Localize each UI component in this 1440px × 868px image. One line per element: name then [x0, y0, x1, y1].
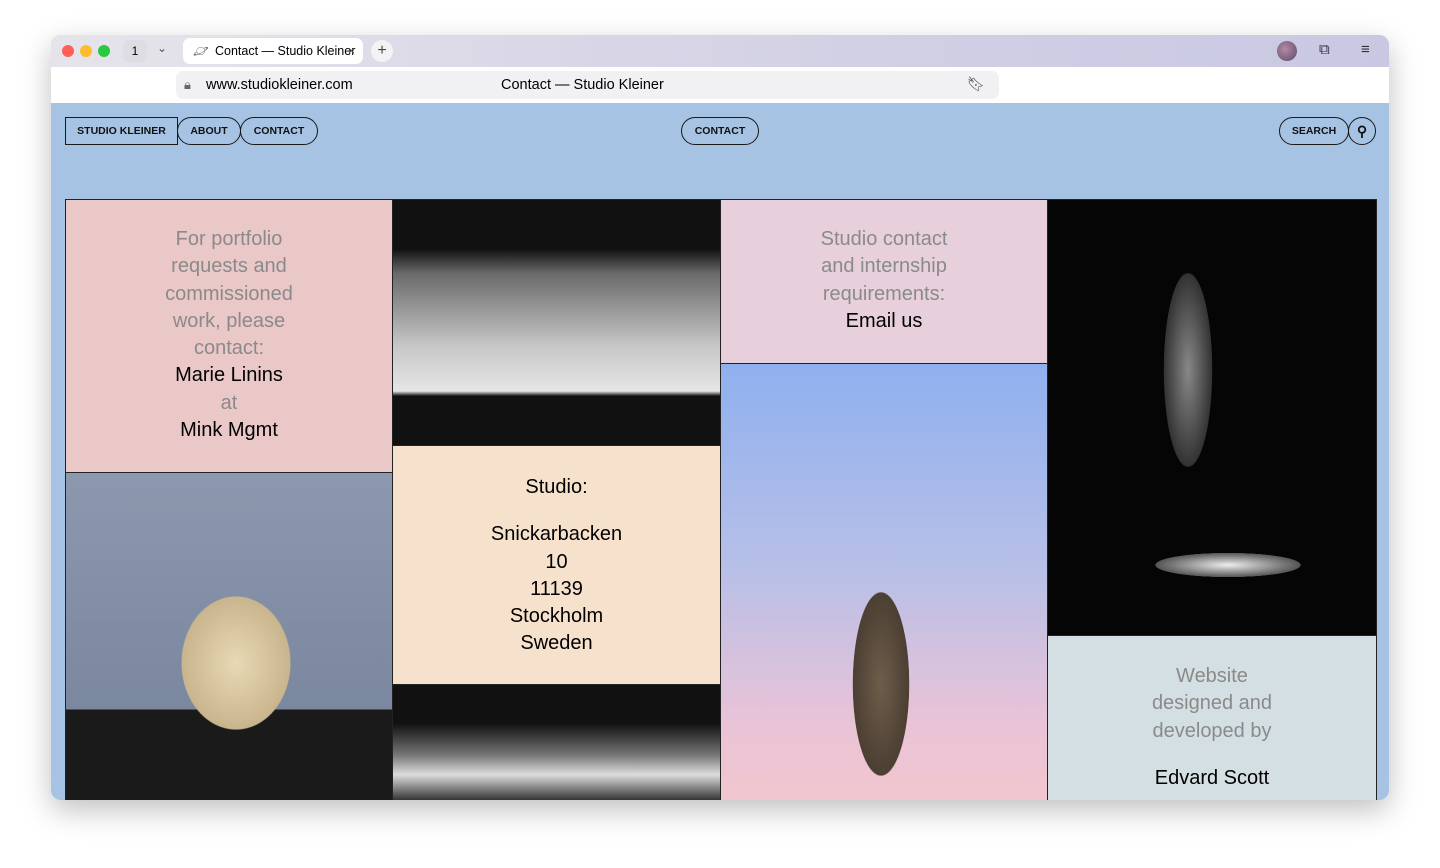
hammer-photo[interactable] [1047, 199, 1377, 636]
lock-icon: 🔒︎ [184, 77, 191, 92]
portfolio-line: contact: [193, 337, 265, 360]
browser-window: 1 ⌄ 🪐︎ Contact — Studio Kleiner × + ⧉ ≡ … [51, 35, 1389, 800]
url-text: www.studiokleiner.com [206, 77, 353, 93]
portfolio-line: For portfolio [175, 228, 283, 250]
search-icon[interactable]: ⚲ [1348, 117, 1376, 145]
designer-link[interactable]: Edvard Scott [1048, 765, 1376, 792]
maximize-window-button[interactable] [98, 45, 110, 57]
email-us-link[interactable]: Email us [721, 308, 1047, 335]
agent-name-link[interactable]: Marie Linins [66, 362, 392, 389]
url-field[interactable]: 🔒︎ www.studiokleiner.com Contact — Studi… [176, 71, 999, 99]
child-photo[interactable] [65, 472, 393, 800]
address-line: Stockholm [509, 605, 604, 628]
menu-icon[interactable]: ≡ [1361, 41, 1370, 58]
planet-icon: 🪐︎ [193, 44, 209, 58]
at-text: at [220, 391, 238, 414]
address-line: 11139 [530, 577, 583, 600]
chevron-down-icon[interactable]: ⌄ [157, 41, 167, 55]
brand-link[interactable]: STUDIO KLEINER [65, 117, 178, 145]
credits-card: Website designed and developed by Edvard… [1047, 635, 1377, 800]
bookmark-icon[interactable]: 🔖︎ [967, 71, 985, 99]
studio-contact-line: and internship [821, 255, 947, 278]
close-window-button[interactable] [62, 45, 74, 57]
studio-photo[interactable] [392, 684, 721, 800]
studio-label: Studio: [525, 476, 588, 498]
credits-line: designed and [1151, 692, 1273, 715]
nav-contact-center[interactable]: CONTACT [681, 117, 759, 145]
address-line: Sweden [520, 632, 593, 655]
page-title: Contact — Studio Kleiner [501, 77, 664, 93]
address-line: Snickarbacken [490, 523, 623, 546]
minimize-window-button[interactable] [80, 45, 92, 57]
credits-line: developed by [1152, 719, 1272, 742]
portfolio-line: work, please [172, 309, 286, 332]
studio-contact-line: Studio contact [820, 228, 948, 250]
astronaut-child-photo[interactable] [720, 363, 1048, 800]
page: STUDIO KLEINER ABOUT CONTACT CONTACT SEA… [51, 103, 1389, 800]
studio-contact-line: requirements: [822, 282, 946, 305]
agency-link[interactable]: Mink Mgmt [66, 417, 392, 444]
avatar[interactable] [1277, 41, 1297, 61]
studio-address-card: Studio: Snickarbacken 10 11139 Stockholm… [392, 445, 721, 685]
nav-about[interactable]: ABOUT [177, 117, 241, 145]
bookmarks-icon[interactable]: ⧉ [1319, 41, 1330, 58]
tab-count[interactable]: 1 [123, 40, 147, 62]
tab-bar: 1 ⌄ 🪐︎ Contact — Studio Kleiner × + ⧉ ≡ [51, 35, 1389, 67]
close-tab-icon[interactable]: × [348, 38, 355, 64]
portfolio-contact-card: For portfolio requests and commissioned … [65, 199, 393, 473]
address-bar: 🔒︎ www.studiokleiner.com Contact — Studi… [51, 67, 1389, 103]
nav-contact[interactable]: CONTACT [240, 117, 318, 145]
search-button[interactable]: SEARCH [1279, 117, 1349, 145]
new-tab-button[interactable]: + [371, 40, 393, 62]
portfolio-line: commissioned [165, 282, 293, 305]
portfolio-line: requests and [171, 255, 287, 278]
car-photo[interactable] [392, 199, 721, 446]
tab-title: Contact — Studio Kleiner [215, 44, 356, 58]
studio-contact-card: Studio contact and internship requiremen… [720, 199, 1048, 364]
address-line: 10 [545, 550, 568, 573]
tab-active[interactable]: 🪐︎ Contact — Studio Kleiner × [183, 38, 363, 64]
credits-line: Website [1176, 665, 1248, 687]
